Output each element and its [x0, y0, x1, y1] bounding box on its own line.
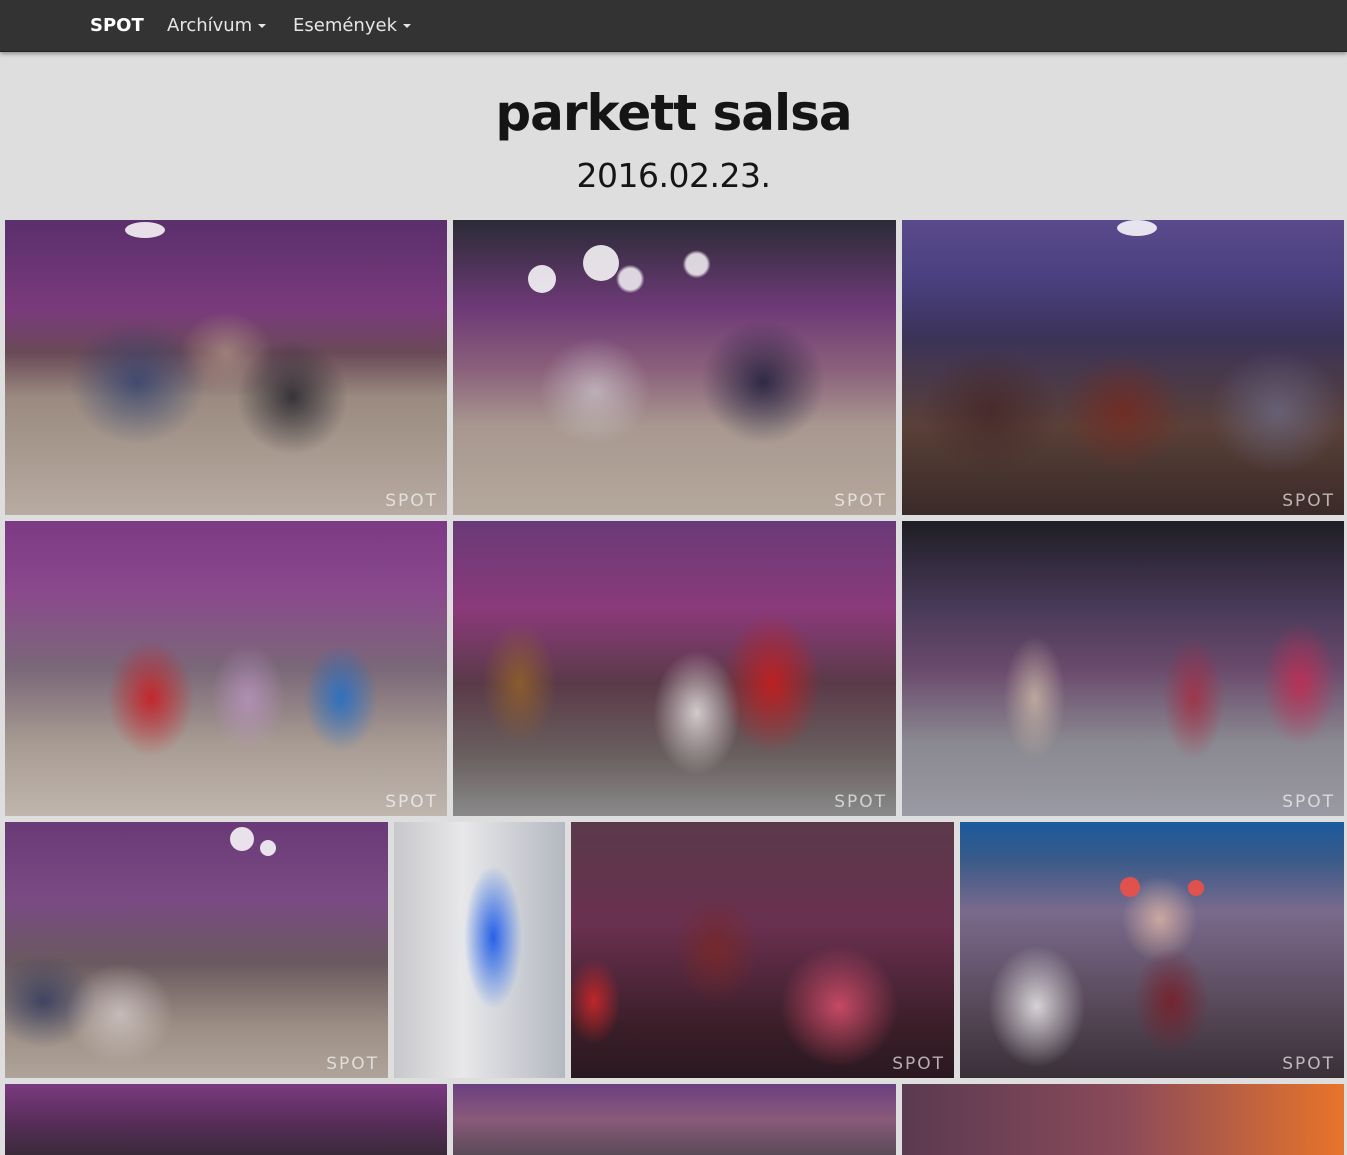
- gallery-photo[interactable]: SPOT: [5, 220, 447, 515]
- lamp-decoration: [260, 840, 276, 856]
- spot-watermark: SPOT: [834, 792, 887, 812]
- lamp-decoration: [528, 265, 556, 293]
- gallery-photo[interactable]: SPOT: [453, 220, 896, 515]
- lamp-decoration: [1188, 880, 1204, 896]
- gallery-photo[interactable]: SPOT: [571, 822, 954, 1078]
- top-navbar: SPOT Archívum Események: [0, 0, 1347, 52]
- lamp-decoration: [1117, 220, 1157, 236]
- spot-watermark: SPOT: [385, 491, 438, 511]
- caret-down-icon: [403, 24, 411, 28]
- gallery-photo[interactable]: SPOT: [5, 521, 447, 816]
- spot-watermark: SPOT: [326, 1054, 379, 1074]
- gallery-photo[interactable]: SPOT: [5, 822, 388, 1078]
- gallery-photo[interactable]: SPOT: [453, 521, 896, 816]
- spot-watermark: SPOT: [1282, 792, 1335, 812]
- gallery-photo[interactable]: [453, 1084, 896, 1155]
- gallery-photo[interactable]: SPOT: [902, 220, 1344, 515]
- gallery-photo[interactable]: [902, 1084, 1344, 1155]
- spot-watermark: SPOT: [1282, 491, 1335, 511]
- nav-events-dropdown[interactable]: Események: [293, 0, 411, 52]
- spot-watermark: SPOT: [834, 491, 887, 511]
- spot-watermark: SPOT: [385, 792, 438, 812]
- caret-down-icon: [258, 24, 267, 28]
- gallery-photo[interactable]: [5, 1084, 447, 1155]
- nav-events-label: Események: [293, 15, 397, 36]
- gallery-photo[interactable]: [394, 822, 565, 1078]
- lamp-decoration: [1120, 877, 1140, 897]
- gallery-photo[interactable]: SPOT: [902, 521, 1344, 816]
- brand-link[interactable]: SPOT: [90, 0, 144, 52]
- lamp-decoration: [125, 222, 165, 238]
- lamp-decoration: [230, 827, 254, 851]
- event-date: 2016.02.23.: [576, 156, 771, 195]
- spot-watermark: SPOT: [892, 1054, 945, 1074]
- spot-watermark: SPOT: [1282, 1054, 1335, 1074]
- nav-archive-label: Archívum: [167, 15, 253, 36]
- page-title: parkett salsa: [495, 84, 852, 142]
- nav-archive-dropdown[interactable]: Archívum: [167, 0, 267, 52]
- gallery-photo[interactable]: SPOT: [960, 822, 1344, 1078]
- lamp-decoration: [583, 245, 619, 281]
